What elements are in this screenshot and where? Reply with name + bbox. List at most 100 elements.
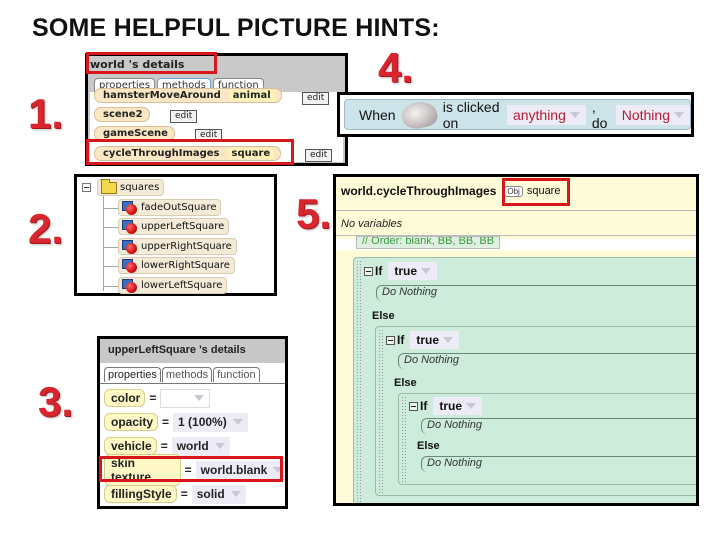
page-title: SOME HELPFUL PICTURE HINTS: bbox=[32, 14, 440, 42]
tree-connector bbox=[104, 227, 118, 228]
tree-item[interactable]: lowerRightSquare bbox=[118, 257, 235, 274]
comment-line[interactable]: // Order: blank, BB, BB, BB bbox=[356, 236, 501, 249]
else-label: Else bbox=[417, 440, 440, 452]
object-tree-panel: squares fadeOutSquare upperLeftSquare up… bbox=[74, 174, 277, 296]
edit-button[interactable]: edit bbox=[195, 129, 223, 142]
do-nothing-placeholder[interactable]: Do Nothing bbox=[398, 353, 696, 369]
collapse-toggle-icon[interactable] bbox=[386, 335, 395, 345]
dropdown-arrow-icon bbox=[194, 395, 205, 401]
edit-button[interactable]: edit bbox=[170, 110, 198, 123]
equals-sign: = bbox=[149, 391, 157, 405]
object-name: lowerRightSquare bbox=[141, 260, 230, 271]
property-row-filling-style: fillingStyle = solid bbox=[104, 484, 246, 504]
method-name: cycleThroughImages bbox=[103, 148, 220, 159]
target-value: anything bbox=[512, 106, 566, 123]
property-row-skin-texture: skin texture = world.blank bbox=[104, 454, 285, 486]
object-type-icon: Obj bbox=[504, 185, 523, 197]
property-value-dropdown[interactable]: world bbox=[171, 436, 230, 456]
drag-handle[interactable] bbox=[378, 329, 383, 493]
object-name: upperLeftSquare bbox=[141, 221, 225, 232]
tree-item[interactable]: upperRightSquare bbox=[118, 238, 237, 255]
property-value-dropdown[interactable] bbox=[160, 388, 211, 408]
dropdown-arrow-icon bbox=[230, 491, 241, 497]
if-else-block[interactable]: If true Do Nothing Else If true Do Nothi… bbox=[375, 326, 696, 496]
do-nothing-placeholder[interactable]: Do Nothing bbox=[376, 285, 696, 301]
edit-button[interactable]: edit bbox=[302, 92, 330, 105]
if-else-block[interactable]: If true Do Nothing Else If true Do Nothi… bbox=[353, 257, 696, 503]
target-dropdown[interactable]: anything bbox=[506, 104, 586, 125]
method-editor-panel: world.cycleThroughImages Obj square No v… bbox=[333, 174, 699, 506]
event-do-label: , do bbox=[591, 98, 608, 131]
method-parameter[interactable]: Obj square bbox=[504, 185, 560, 197]
if-header: If true bbox=[409, 397, 483, 415]
no-variables-label: No variables bbox=[341, 218, 403, 230]
property-value: world bbox=[176, 439, 209, 453]
collapse-toggle-icon[interactable] bbox=[409, 401, 418, 411]
details-header: world 's details bbox=[90, 58, 185, 71]
tree-item[interactable]: fadeOutSquare bbox=[118, 199, 222, 216]
object-icon bbox=[122, 200, 138, 215]
drag-handle[interactable] bbox=[401, 396, 406, 482]
property-value: world.blank bbox=[200, 463, 268, 477]
object-icon bbox=[122, 219, 138, 234]
world-details-panel: world 's details properties methods func… bbox=[85, 53, 348, 166]
object-details-panel: upperLeftSquare 's details properties me… bbox=[97, 336, 288, 509]
property-name[interactable]: skin texture bbox=[104, 454, 181, 486]
if-label: If bbox=[375, 264, 383, 278]
event-clicked-label: is clicked on bbox=[442, 98, 500, 131]
folder-icon bbox=[101, 178, 117, 194]
tree-item[interactable]: upperLeftSquare bbox=[118, 218, 230, 235]
method-tile-cycle-through-images[interactable]: cycleThroughImages square bbox=[94, 146, 282, 161]
hint-number-3: 3. bbox=[38, 378, 74, 425]
else-label: Else bbox=[394, 377, 417, 389]
folder-name: squares bbox=[120, 182, 160, 193]
property-value-dropdown[interactable]: 1 (100%) bbox=[173, 412, 248, 432]
tree-connector bbox=[104, 286, 118, 287]
drag-handle[interactable] bbox=[356, 260, 361, 503]
tree-item[interactable]: lowerLeftSquare bbox=[118, 277, 228, 294]
condition-dropdown[interactable]: true bbox=[433, 397, 483, 415]
property-name[interactable]: vehicle bbox=[104, 437, 157, 455]
do-nothing-placeholder[interactable]: Do Nothing bbox=[421, 456, 696, 472]
if-else-block[interactable]: If true Do Nothing Else Do Nothing bbox=[398, 393, 696, 485]
hint-number-1: 1. bbox=[28, 90, 64, 137]
property-value: 1 (100%) bbox=[178, 415, 227, 429]
equals-sign: = bbox=[184, 463, 192, 477]
if-label: If bbox=[397, 333, 405, 347]
if-header: If true bbox=[364, 262, 438, 280]
hint-number-4: 4. bbox=[378, 44, 414, 91]
object-icon bbox=[122, 239, 138, 254]
do-nothing-placeholder[interactable]: Do Nothing bbox=[421, 418, 696, 434]
condition-dropdown[interactable]: true bbox=[388, 262, 438, 280]
collapse-toggle-icon[interactable] bbox=[82, 183, 91, 192]
object-name: upperRightSquare bbox=[141, 241, 232, 252]
condition-dropdown[interactable]: true bbox=[410, 331, 460, 349]
method-param: square bbox=[227, 148, 275, 159]
method-tile-game-scene[interactable]: gameScene bbox=[94, 126, 175, 141]
method-tile-scene2[interactable]: scene2 bbox=[94, 107, 150, 122]
method-editor-header: world.cycleThroughImages Obj square bbox=[341, 184, 560, 198]
tree-folder-squares[interactable]: squares bbox=[97, 178, 165, 196]
tab-function[interactable]: function bbox=[213, 367, 260, 382]
property-name[interactable]: fillingStyle bbox=[104, 485, 177, 503]
else-label: Else bbox=[372, 310, 395, 322]
property-name[interactable]: opacity bbox=[104, 413, 159, 431]
property-value-dropdown[interactable]: world.blank bbox=[195, 460, 285, 480]
parameter-name: square bbox=[526, 185, 561, 197]
click-event-block[interactable]: When is clicked on anything , do Nothing bbox=[344, 98, 691, 131]
property-value-dropdown[interactable]: solid bbox=[191, 484, 246, 504]
tab-methods[interactable]: methods bbox=[161, 367, 213, 382]
edit-button[interactable]: edit bbox=[305, 149, 333, 162]
method-name: scene2 bbox=[103, 109, 143, 120]
divider bbox=[336, 210, 696, 211]
action-dropdown[interactable]: Nothing bbox=[615, 104, 690, 125]
method-tile-hamster-move-around[interactable]: hamsterMoveAround animal bbox=[94, 88, 282, 103]
property-name[interactable]: color bbox=[104, 389, 146, 407]
method-name: world.cycleThroughImages bbox=[341, 184, 497, 198]
condition-value: true bbox=[416, 333, 440, 347]
tab-properties[interactable]: properties bbox=[104, 367, 161, 382]
dropdown-arrow-icon bbox=[443, 337, 454, 343]
collapse-toggle-icon[interactable] bbox=[364, 266, 373, 276]
condition-value: true bbox=[394, 264, 418, 278]
tree-connector bbox=[104, 266, 118, 267]
